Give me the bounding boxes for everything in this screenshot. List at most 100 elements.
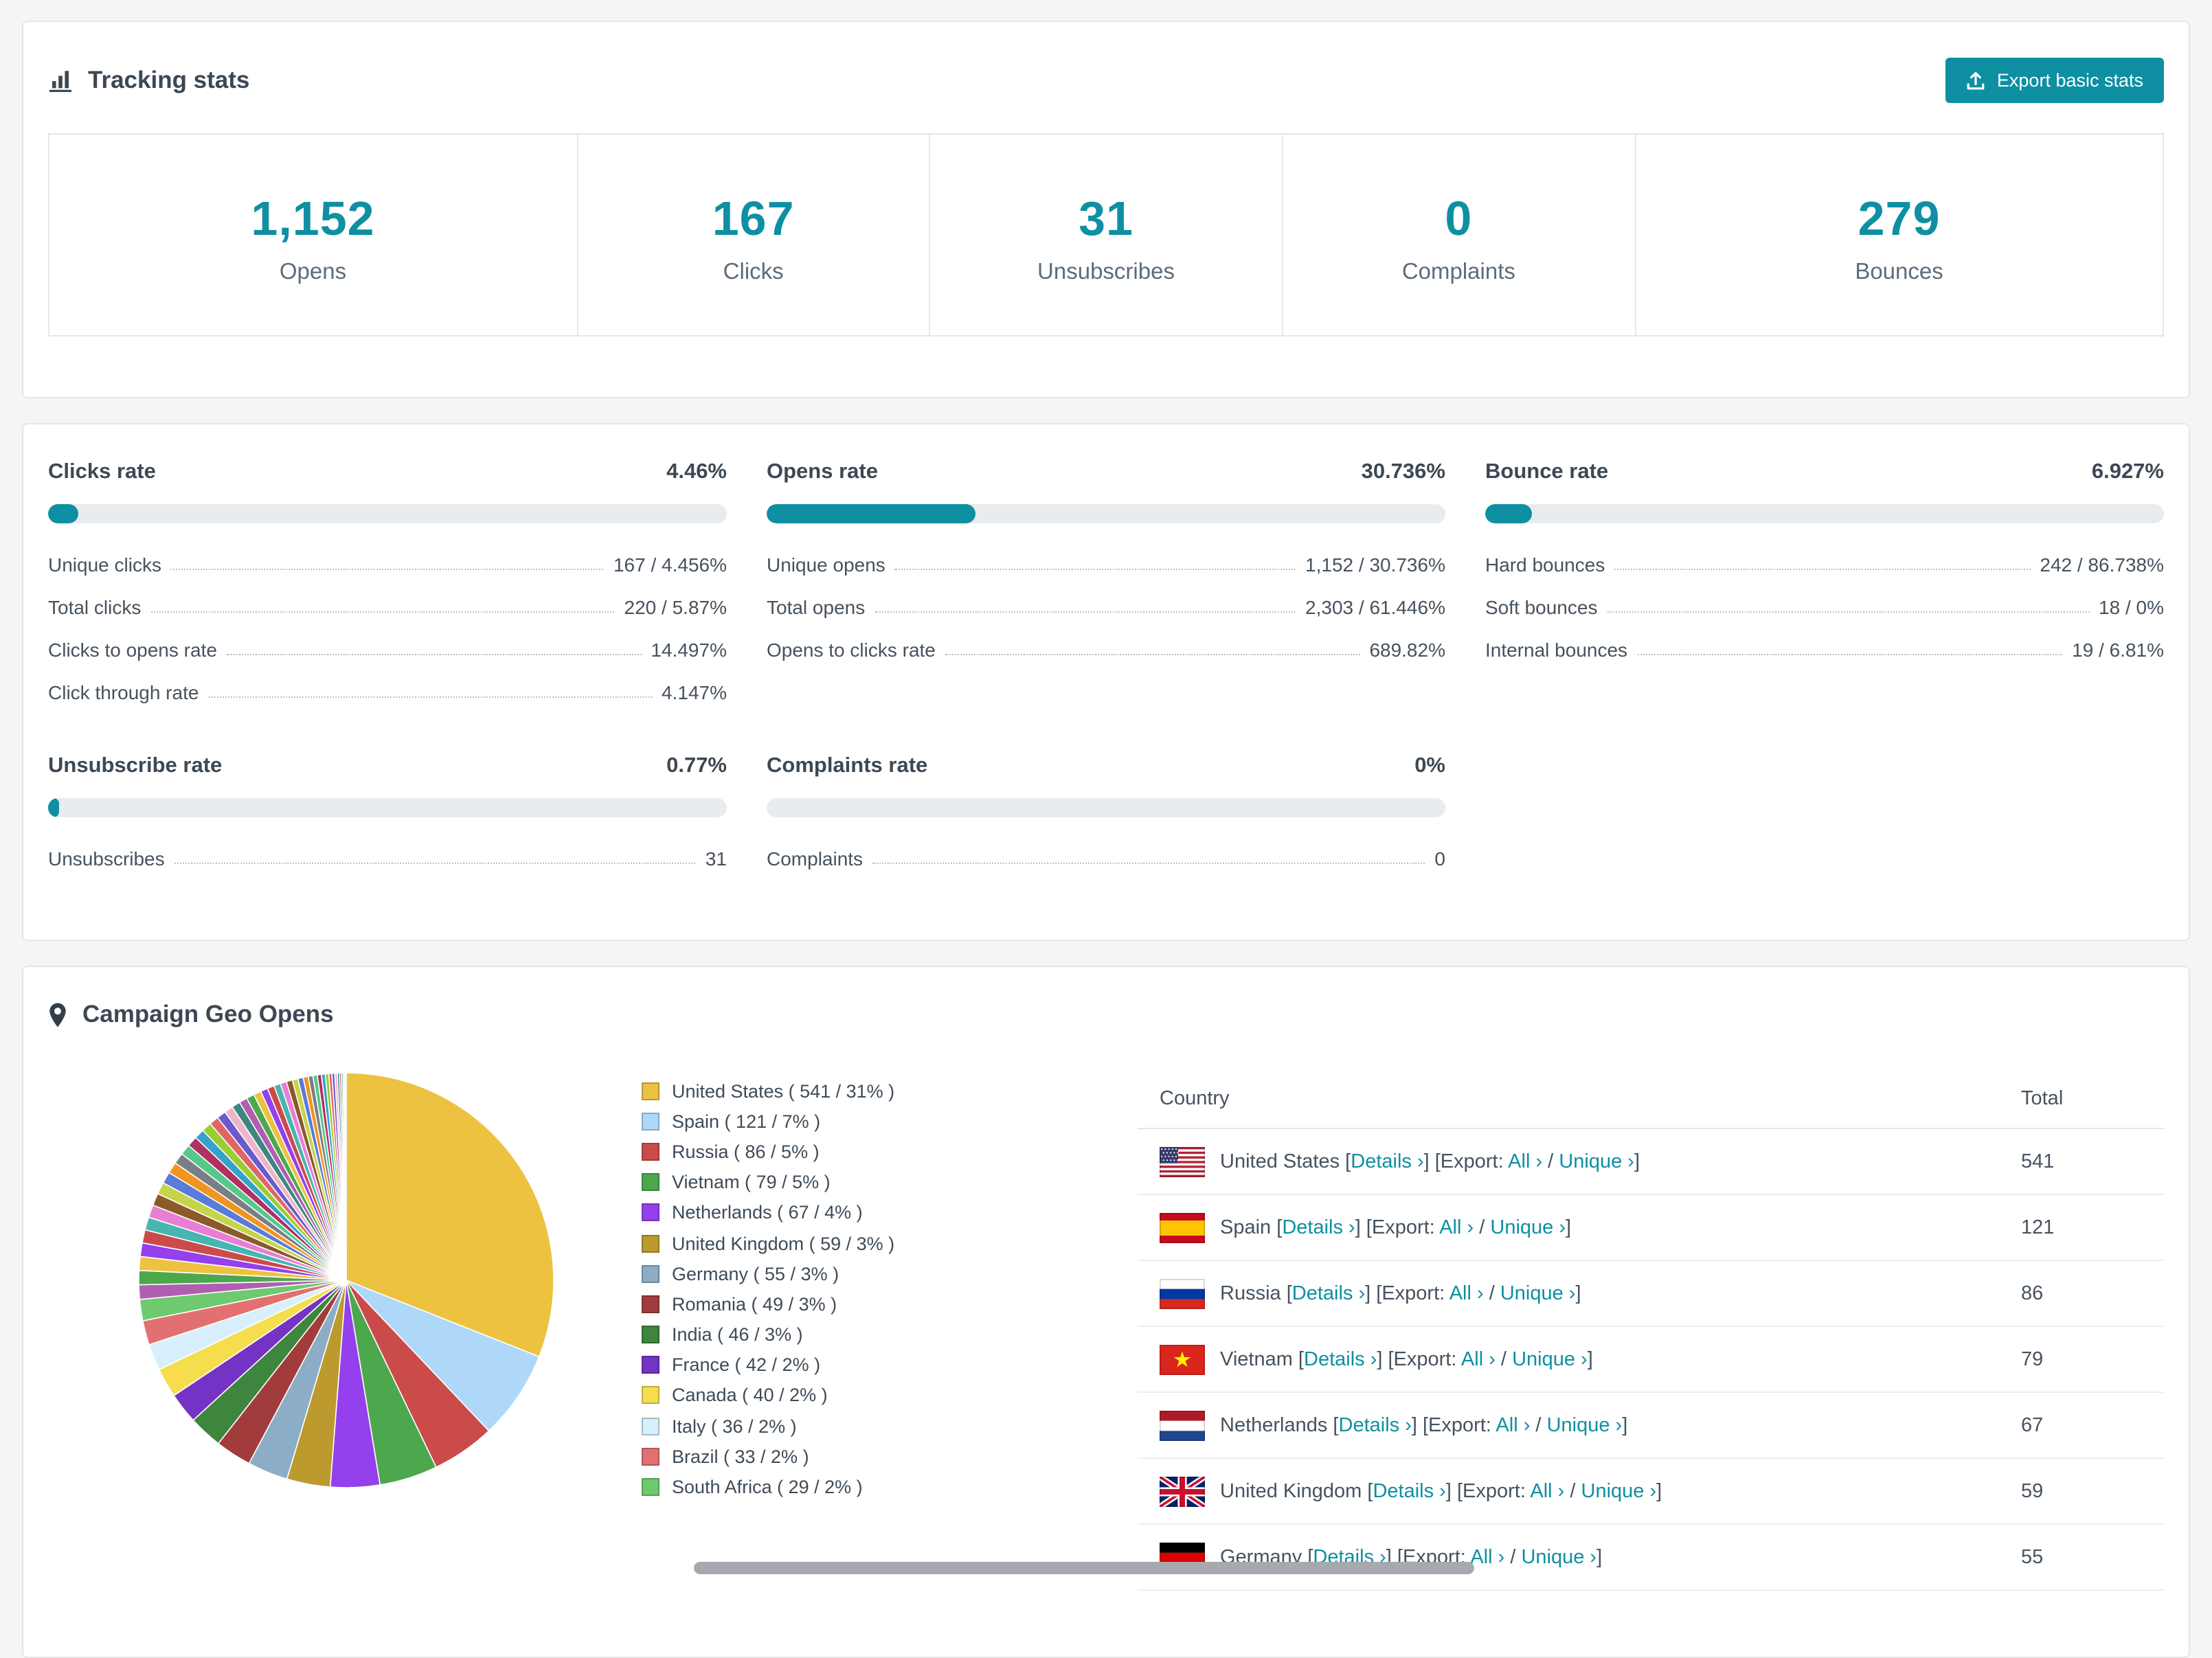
dotted-leader: [872, 862, 1425, 863]
country-row-text: Russia [Details ›] [Export: All › / Uniq…: [1220, 1278, 1581, 1308]
progress-bar-fill: [48, 798, 59, 817]
legend-swatch: [642, 1326, 659, 1343]
details-link[interactable]: Details ›: [1351, 1150, 1423, 1172]
country-total: 59: [2021, 1480, 2142, 1502]
legend-label: Brazil ( 33 / 2% ): [672, 1446, 809, 1467]
rate-stat-value: 167 / 4.456%: [613, 553, 727, 575]
export-unique-link[interactable]: Unique ›: [1500, 1282, 1576, 1304]
table-cell-country: United Kingdom [Details ›] [Export: All …: [1160, 1476, 2021, 1506]
export-icon: [1967, 71, 1986, 90]
stat-unsubscribes: 31Unsubscribes: [929, 135, 1281, 335]
details-link[interactable]: Details ›: [1339, 1414, 1412, 1436]
export-unique-link[interactable]: Unique ›: [1512, 1348, 1588, 1370]
legend-item-canada: Canada ( 40 / 2% ): [642, 1381, 937, 1411]
export-all-link[interactable]: All ›: [1439, 1216, 1474, 1238]
rate-block-unsubscribe-rate: Unsubscribe rate0.77%Unsubscribes31: [48, 754, 727, 879]
stat-bounces: 279Bounces: [1634, 135, 2163, 335]
rate-stat-row: Unsubscribes31: [48, 837, 727, 879]
table-row-united-states: United States [Details ›] [Export: All ›…: [1138, 1129, 2164, 1195]
legend-swatch: [642, 1448, 659, 1466]
table-cell-country: Vietnam [Details ›] [Export: All › / Uni…: [1160, 1344, 2021, 1374]
progress-bar-track: [1485, 504, 2164, 523]
rate-stat-rows: Hard bounces242 / 86.738%Soft bounces18 …: [1485, 543, 2164, 670]
stat-value: 31: [930, 192, 1281, 247]
export-basic-stats-button[interactable]: Export basic stats: [1946, 58, 2164, 103]
rate-stat-value: 2,303 / 61.446%: [1305, 595, 1445, 617]
rate-stat-row: Opens to clicks rate689.82%: [767, 628, 1445, 670]
legend-item-south-africa: South Africa ( 29 / 2% ): [642, 1472, 937, 1502]
legend-item-germany: Germany ( 55 / 3% ): [642, 1258, 937, 1288]
rate-block-bounce-rate: Bounce rate6.927% Hard bounces242 / 86.73…: [1485, 460, 2164, 713]
rate-stat-label: Hard bounces: [1485, 553, 1605, 575]
legend-label: South Africa ( 29 / 2% ): [672, 1477, 863, 1497]
rate-value: 0%: [1414, 754, 1445, 779]
export-all-link[interactable]: All ›: [1461, 1348, 1496, 1370]
dotted-leader: [1637, 653, 2062, 655]
legend-item-brazil: Brazil ( 33 / 2% ): [642, 1442, 937, 1472]
rate-header: Bounce rate6.927%: [1485, 460, 2164, 485]
legend-label: Vietnam ( 79 / 5% ): [672, 1172, 831, 1192]
rates-grid: Clicks rate4.46%Unique clicks167 / 4.456…: [48, 460, 2164, 879]
rate-stat-row: Unique clicks 167 / 4.456%: [48, 543, 727, 585]
rate-stat-rows: Unique opens1,152 / 30.736%Total opens2,…: [767, 543, 1445, 670]
stat-clicks: 167Clicks: [576, 135, 929, 335]
flag-ru-icon: [1160, 1278, 1205, 1308]
export-all-link[interactable]: All ›: [1449, 1282, 1484, 1304]
flag-vn-icon: [1160, 1344, 1205, 1374]
pie-chart-svg: [136, 1070, 556, 1490]
rate-stat-rows: Complaints0: [767, 837, 1445, 879]
rate-stat-value: 4.147%: [662, 681, 727, 703]
export-unique-link[interactable]: Unique ›: [1581, 1480, 1657, 1502]
rates-card: Clicks rate4.46%Unique clicks167 / 4.456…: [22, 423, 2190, 941]
legend-swatch: [642, 1143, 659, 1161]
stat-value: 279: [1636, 192, 2163, 247]
rate-stat-row: Hard bounces242 / 86.738%: [1485, 543, 2164, 585]
country-total: 121: [2021, 1216, 2142, 1238]
export-all-link[interactable]: All ›: [1496, 1414, 1530, 1436]
rate-value: 30.736%: [1362, 460, 1445, 485]
rate-stat-value: 1,152 / 30.736%: [1305, 553, 1445, 575]
rate-block-clicks-rate: Clicks rate4.46%Unique clicks167 / 4.456…: [48, 460, 727, 713]
export-all-link[interactable]: All ›: [1470, 1546, 1504, 1568]
map-pin-icon: [48, 1002, 67, 1027]
legend-item-france: France ( 42 / 2% ): [642, 1350, 937, 1380]
tracking-stats-title-text: Tracking stats: [88, 66, 249, 95]
legend-swatch: [642, 1356, 659, 1374]
geo-table-header-row: Country Total: [1138, 1070, 2164, 1129]
country-total: 67: [2021, 1414, 2142, 1436]
details-link[interactable]: Details ›: [1282, 1216, 1355, 1238]
rate-stat-label: Unique clicks: [48, 553, 161, 575]
dotted-leader: [150, 611, 614, 612]
table-row-spain: Spain [Details ›] [Export: All › / Uniqu…: [1138, 1195, 2164, 1261]
export-unique-link[interactable]: Unique ›: [1521, 1546, 1596, 1568]
details-link[interactable]: Details ›: [1304, 1348, 1377, 1370]
table-cell-country: Netherlands [Details ›] [Export: All › /…: [1160, 1410, 2021, 1440]
export-unique-link[interactable]: Unique ›: [1490, 1216, 1566, 1238]
legend-label: Canada ( 40 / 2% ): [672, 1385, 828, 1406]
export-unique-link[interactable]: Unique ›: [1559, 1150, 1634, 1172]
table-row-netherlands: Netherlands [Details ›] [Export: All › /…: [1138, 1393, 2164, 1459]
horizontal-scrollbar-thumb[interactable]: [694, 1562, 1474, 1574]
stat-label: Opens: [49, 260, 576, 286]
dotted-leader: [895, 568, 1296, 569]
legend-label: India ( 46 / 3% ): [672, 1324, 803, 1345]
rate-stat-row: Clicks to opens rate14.497%: [48, 628, 727, 670]
rate-stat-label: Internal bounces: [1485, 638, 1627, 660]
rate-stat-value: 18 / 0%: [2099, 595, 2164, 617]
dotted-leader: [945, 653, 1360, 655]
export-unique-link[interactable]: Unique ›: [1547, 1414, 1623, 1436]
flag-nl-icon: [1160, 1410, 1205, 1440]
details-link[interactable]: Details ›: [1373, 1480, 1445, 1502]
flag-gb-icon: [1160, 1476, 1205, 1506]
legend-label: Germany ( 55 / 3% ): [672, 1263, 839, 1284]
legend-swatch: [642, 1204, 659, 1222]
bar-chart-icon: [48, 68, 73, 93]
legend-swatch: [642, 1082, 659, 1100]
details-link[interactable]: Details ›: [1292, 1282, 1365, 1304]
geo-opens-header: Campaign Geo Opens: [23, 967, 2189, 1043]
legend-swatch: [642, 1295, 659, 1313]
country-total: 86: [2021, 1282, 2142, 1304]
export-all-link[interactable]: All ›: [1508, 1150, 1542, 1172]
geo-opens-table: Country Total United States [Details ›] …: [1138, 1070, 2164, 1591]
export-all-link[interactable]: All ›: [1530, 1480, 1564, 1502]
